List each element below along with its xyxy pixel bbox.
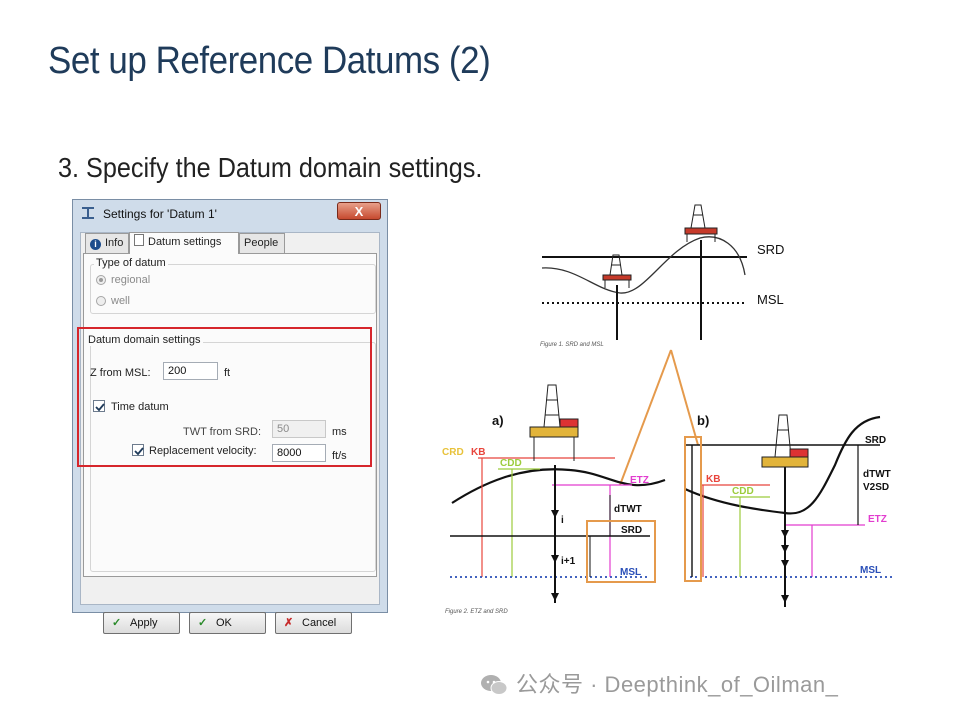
rig-icon (761, 414, 809, 468)
i-plus-1-label: i+1 (561, 556, 576, 567)
radio-regional[interactable]: regional (96, 274, 150, 286)
v2sd-label: V2SD (863, 482, 889, 493)
i-label: i (561, 515, 564, 526)
check-icon: ✓ (112, 617, 122, 629)
tab-datum-settings-label: Datum settings (148, 236, 222, 248)
cdd-label-b: CDD (732, 486, 754, 497)
close-button[interactable]: X (337, 202, 381, 220)
msl-label-a: MSL (620, 567, 641, 578)
watermark-text: 公众号 · Deepthink_of_Oilman_ (516, 672, 839, 697)
cdd-label: CDD (500, 458, 522, 469)
ok-label: OK (216, 617, 232, 629)
kb-label-b: KB (706, 474, 720, 485)
srd-label-b: SRD (865, 435, 886, 446)
topography-line (541, 236, 746, 294)
apply-label: Apply (130, 617, 158, 629)
radio-regional-button[interactable] (96, 275, 106, 285)
slide-title: Set up Reference Datums (2) (48, 40, 491, 82)
rig-icon (602, 254, 632, 288)
highlight-box (77, 327, 372, 467)
ok-button[interactable]: ✓ OK (189, 612, 266, 634)
cancel-button[interactable]: ✗ Cancel (275, 612, 352, 634)
panel-b-label: b) (697, 413, 709, 428)
radio-regional-label: regional (111, 274, 151, 286)
type-of-datum-group (90, 264, 376, 314)
tab-info-label: Info (105, 237, 124, 249)
srd-label-a: SRD (621, 525, 642, 536)
tab-datum-settings[interactable]: Datum settings (129, 232, 239, 254)
panel-a-label: a) (492, 413, 504, 428)
tab-people-label: People (244, 237, 279, 249)
wechat-icon (481, 675, 508, 695)
fig1-msl-label: MSL (757, 292, 784, 307)
document-icon (134, 234, 144, 246)
radio-well[interactable]: well (96, 295, 130, 307)
rig-icon (529, 384, 579, 461)
crd-label: CRD (442, 447, 464, 458)
check-icon: ✓ (198, 617, 208, 629)
info-icon: i (90, 239, 101, 250)
datum-icon (82, 207, 94, 219)
orange-highlight-b (684, 436, 702, 582)
type-of-datum-label: Type of datum (94, 257, 168, 269)
kb-label: KB (471, 447, 485, 458)
dialog-title: Settings for 'Datum 1' (103, 207, 217, 221)
cancel-icon: ✗ (284, 617, 294, 629)
dtwt-label-b: dTWT (863, 469, 891, 480)
msl-label-b: MSL (860, 565, 881, 576)
step-text: 3. Specify the Datum domain settings. (58, 152, 483, 183)
etz-label-b: ETZ (868, 514, 887, 525)
watermark: 公众号 · Deepthink_of_Oilman_ (480, 667, 838, 699)
tab-info[interactable]: i Info (85, 233, 129, 253)
cancel-label: Cancel (302, 617, 337, 629)
figure-1-srd-msl: SRD MSL Figure 1. SRD and MSL (540, 204, 784, 348)
callout-line (670, 349, 699, 446)
dialog-titlebar[interactable]: Settings for 'Datum 1' X (73, 200, 387, 228)
dtwt-label: dTWT (614, 504, 642, 515)
etz-label: ETZ (630, 475, 649, 486)
callout-line (619, 349, 672, 486)
fig1-srd-label: SRD (757, 242, 784, 257)
figure-2-etz-srd: a) CRD KB CDD ETZ dTWT SRD i i+1 MSL b) (442, 349, 895, 615)
radio-well-button[interactable] (96, 296, 106, 306)
radio-well-label: well (111, 295, 130, 307)
fig2-caption: Figure 2. ETZ and SRD (445, 609, 508, 615)
apply-button[interactable]: ✓ Apply (103, 612, 180, 634)
tab-people[interactable]: People (239, 233, 285, 253)
